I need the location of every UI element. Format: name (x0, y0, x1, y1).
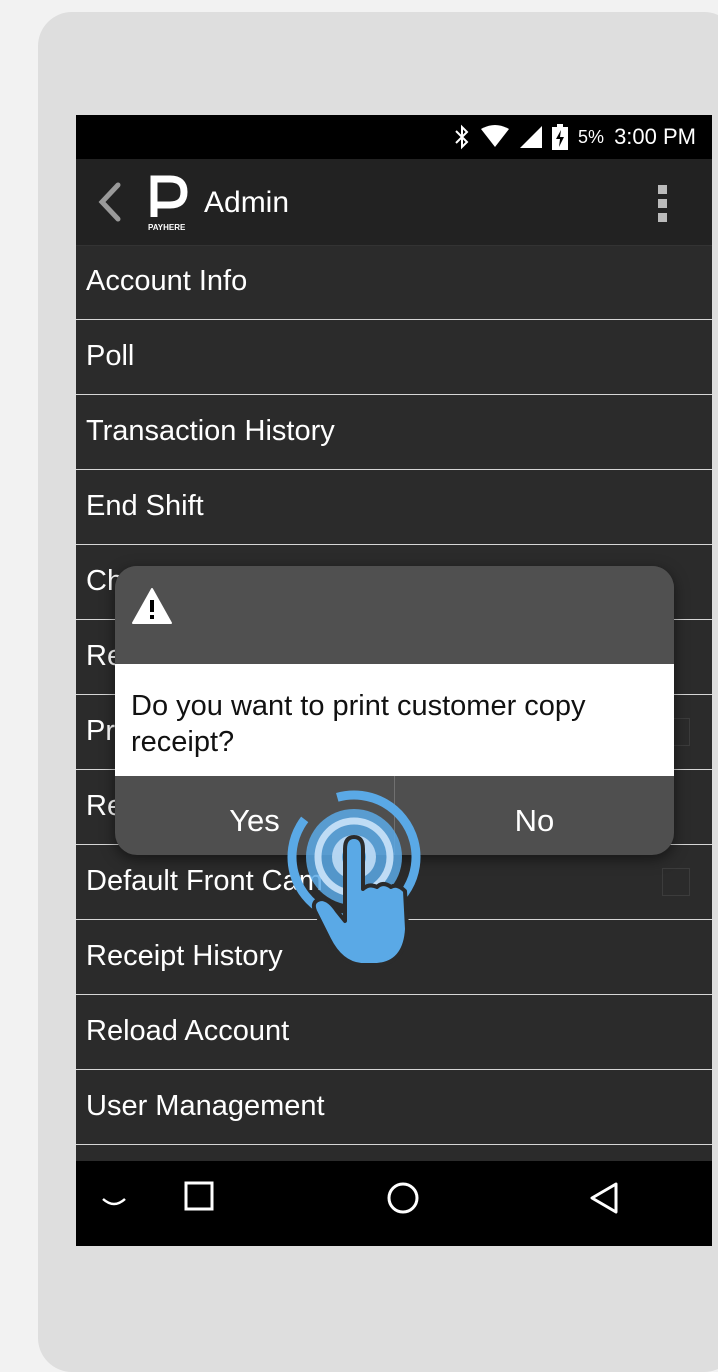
warning-icon (132, 588, 172, 624)
dialog-buttons: Yes No (115, 776, 674, 855)
phone-screen: 5% 3:00 PM PAYHERE Admin Account Info Po… (76, 115, 712, 1246)
yes-button[interactable]: Yes (115, 776, 395, 855)
dialog-message: Do you want to print customer copy recei… (115, 664, 674, 776)
no-button[interactable]: No (395, 776, 674, 855)
dialog-scrim: Do you want to print customer copy recei… (76, 115, 712, 1246)
dialog-header (115, 566, 674, 664)
print-receipt-dialog: Do you want to print customer copy recei… (115, 566, 674, 855)
